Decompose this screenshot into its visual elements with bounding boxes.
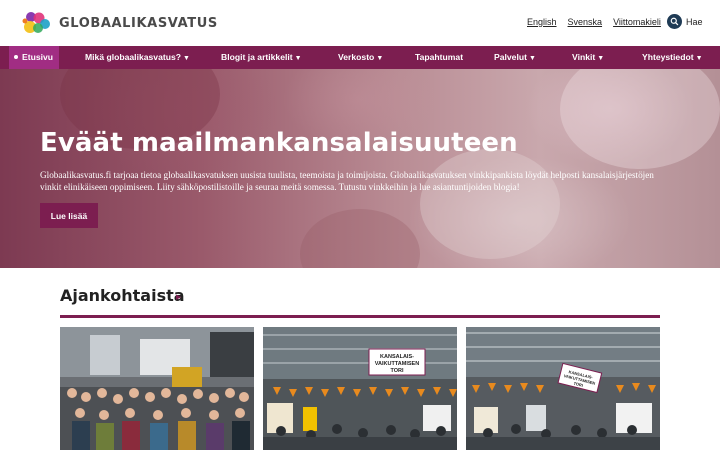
news-card-1[interactable] xyxy=(60,327,254,450)
svg-text:TORI: TORI xyxy=(390,368,404,374)
search-label: Hae xyxy=(686,16,703,27)
main-navigation: Etusivu Mikä globaalikasvatus? ▼ Blogit j… xyxy=(0,46,720,69)
nav-item-vinkit[interactable]: Vinkit ▼ xyxy=(572,46,604,69)
news-card-3[interactable]: KANSALAIS- VAIKUTTAMISEN TORI xyxy=(466,327,660,450)
chevron-down-icon: ▼ xyxy=(528,55,536,62)
site-header: GLOBAALIKASVATUS English Svenska Viittom… xyxy=(0,0,720,46)
lang-link-english[interactable]: English xyxy=(527,17,557,27)
news-card-image: KANSALAIS- VAIKUTTAMISEN TORI xyxy=(263,327,457,450)
nav-item-blogit[interactable]: Blogit ja artikkelit ▼ xyxy=(221,46,302,69)
search-button[interactable]: Hae xyxy=(667,14,703,29)
nav-item-etusivu[interactable]: Etusivu xyxy=(9,46,60,69)
logo-text: GLOBAALIKASVATUS xyxy=(59,16,218,31)
search-icon xyxy=(667,14,682,29)
nav-item-mika-globaalikasvatus[interactable]: Mikä globaalikasvatus? ▼ xyxy=(85,46,190,69)
language-links: English Svenska Viittomakieli xyxy=(527,17,672,27)
hero-photo-shape xyxy=(300,209,420,268)
section-divider xyxy=(60,315,660,318)
chevron-down-icon: ▼ xyxy=(376,55,384,62)
nav-item-label: Verkosto xyxy=(338,52,375,62)
nav-item-label: Palvelut xyxy=(494,52,527,62)
news-card-2[interactable]: KANSALAIS- VAIKUTTAMISEN TORI xyxy=(263,327,457,450)
chevron-down-icon: ▼ xyxy=(695,55,703,62)
news-card-image: KANSALAIS- VAIKUTTAMISEN TORI xyxy=(466,327,660,450)
nav-item-label: Etusivu xyxy=(22,52,54,62)
logo-icon xyxy=(22,12,50,33)
chevron-down-icon: ▼ xyxy=(183,55,190,62)
nav-item-label: Blogit ja artikkelit xyxy=(221,52,293,62)
hero-title: Eväät maailmankansalaisuuteen xyxy=(40,128,518,158)
nav-item-label: Mikä globaalikasvatus? xyxy=(85,52,181,62)
active-dot-icon xyxy=(14,54,18,59)
chevron-down-icon: ▼ xyxy=(597,55,605,62)
site-logo[interactable]: GLOBAALIKASVATUS xyxy=(20,10,217,38)
arrow-right-icon[interactable]: ▶ xyxy=(176,293,181,301)
hero-photo-shape xyxy=(560,69,720,169)
lang-link-viittomakieli[interactable]: Viittomakieli xyxy=(613,17,661,27)
read-more-button[interactable]: Lue lisää xyxy=(40,203,98,228)
nav-item-yhteystiedot[interactable]: Yhteystiedot ▼ xyxy=(642,46,703,69)
nav-item-tapahtumat[interactable]: Tapahtumat xyxy=(415,46,463,69)
svg-text:VAIKUTTAMISEN: VAIKUTTAMISEN xyxy=(375,361,419,367)
news-card-image xyxy=(60,327,254,450)
nav-item-label: Yhteystiedot xyxy=(642,52,694,62)
news-section-title[interactable]: Ajankohtaista xyxy=(60,286,185,305)
nav-item-palvelut[interactable]: Palvelut ▼ xyxy=(494,46,536,69)
lang-link-svenska[interactable]: Svenska xyxy=(568,17,603,27)
nav-item-verkosto[interactable]: Verkosto ▼ xyxy=(338,46,383,69)
hero-description: Globaalikasvatus.fi tarjoaa tietoa globa… xyxy=(40,170,654,192)
hero-photo-shape xyxy=(420,149,560,259)
svg-text:KANSALAIS-: KANSALAIS- xyxy=(380,354,414,360)
nav-item-label: Tapahtumat xyxy=(415,52,464,62)
hero-banner: Eväät maailmankansalaisuuteen Globaalika… xyxy=(0,69,720,268)
nav-item-label: Vinkit xyxy=(572,52,596,62)
chevron-down-icon: ▼ xyxy=(294,55,302,62)
